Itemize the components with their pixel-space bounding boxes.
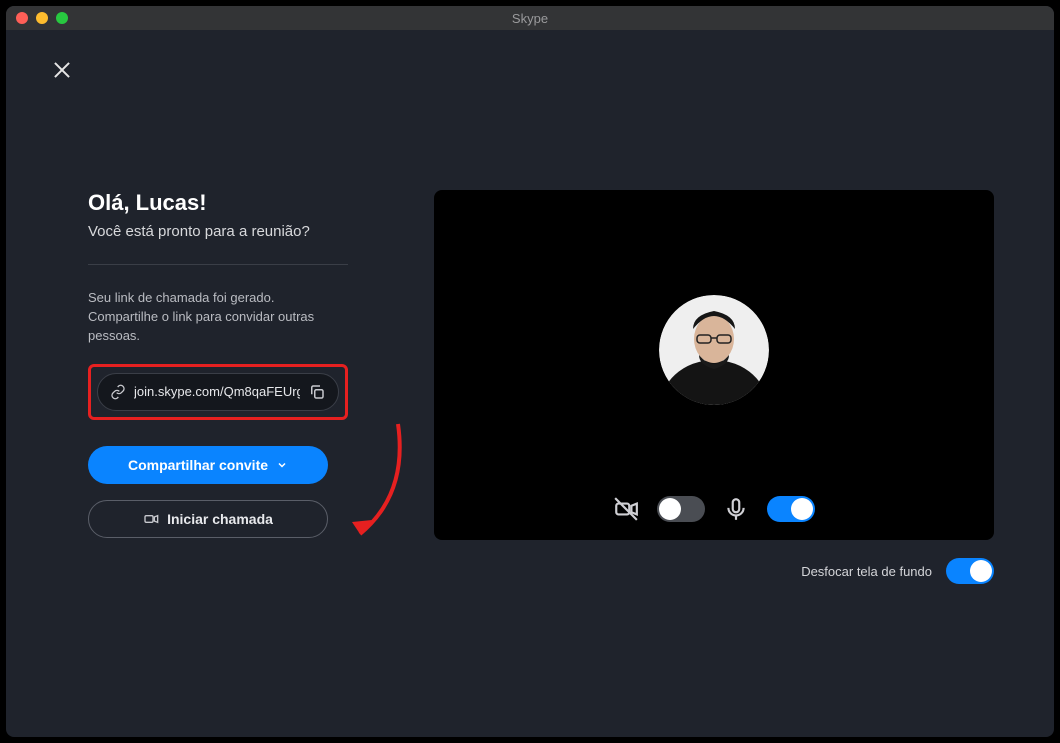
minimize-window-button[interactable] — [36, 12, 48, 24]
start-call-label: Iniciar chamada — [167, 511, 273, 527]
preview-controls — [434, 496, 994, 522]
camera-toggle[interactable] — [657, 496, 705, 522]
close-icon[interactable] — [52, 60, 72, 80]
close-window-button[interactable] — [16, 12, 28, 24]
link-icon — [110, 384, 126, 400]
greeting-heading: Olá, Lucas! — [88, 190, 348, 216]
copy-icon[interactable] — [308, 383, 326, 401]
divider — [88, 264, 348, 265]
app-window: Skype Olá, Lucas! Você está pronto para … — [6, 6, 1054, 737]
blur-background-toggle[interactable] — [946, 558, 994, 584]
camera-off-icon — [613, 496, 639, 522]
content-area: Olá, Lucas! Você está pronto para a reun… — [6, 30, 1054, 737]
start-call-button[interactable]: Iniciar chamada — [88, 500, 328, 538]
blur-background-row: Desfocar tela de fundo — [801, 558, 994, 584]
traffic-lights — [16, 12, 68, 24]
chevron-down-icon — [276, 459, 288, 471]
link-generated-text: Seu link de chamada foi gerado. Comparti… — [88, 289, 348, 346]
blur-background-label: Desfocar tela de fundo — [801, 564, 932, 579]
avatar — [659, 295, 769, 405]
greeting-subtext: Você está pronto para a reunião? — [88, 222, 348, 242]
fullscreen-window-button[interactable] — [56, 12, 68, 24]
share-invite-label: Compartilhar convite — [128, 457, 268, 473]
left-panel: Olá, Lucas! Você está pronto para a reun… — [88, 190, 348, 554]
titlebar: Skype — [6, 6, 1054, 30]
window-title: Skype — [6, 11, 1054, 26]
share-invite-button[interactable]: Compartilhar convite — [88, 446, 328, 484]
microphone-toggle[interactable] — [767, 496, 815, 522]
call-link-text: join.skype.com/Qm8qaFEUrgig — [134, 384, 300, 399]
annotation-highlight-box: join.skype.com/Qm8qaFEUrgig — [88, 364, 348, 420]
microphone-icon — [723, 496, 749, 522]
video-preview — [434, 190, 994, 540]
call-link-field[interactable]: join.skype.com/Qm8qaFEUrgig — [97, 373, 339, 411]
video-call-icon — [143, 511, 159, 527]
